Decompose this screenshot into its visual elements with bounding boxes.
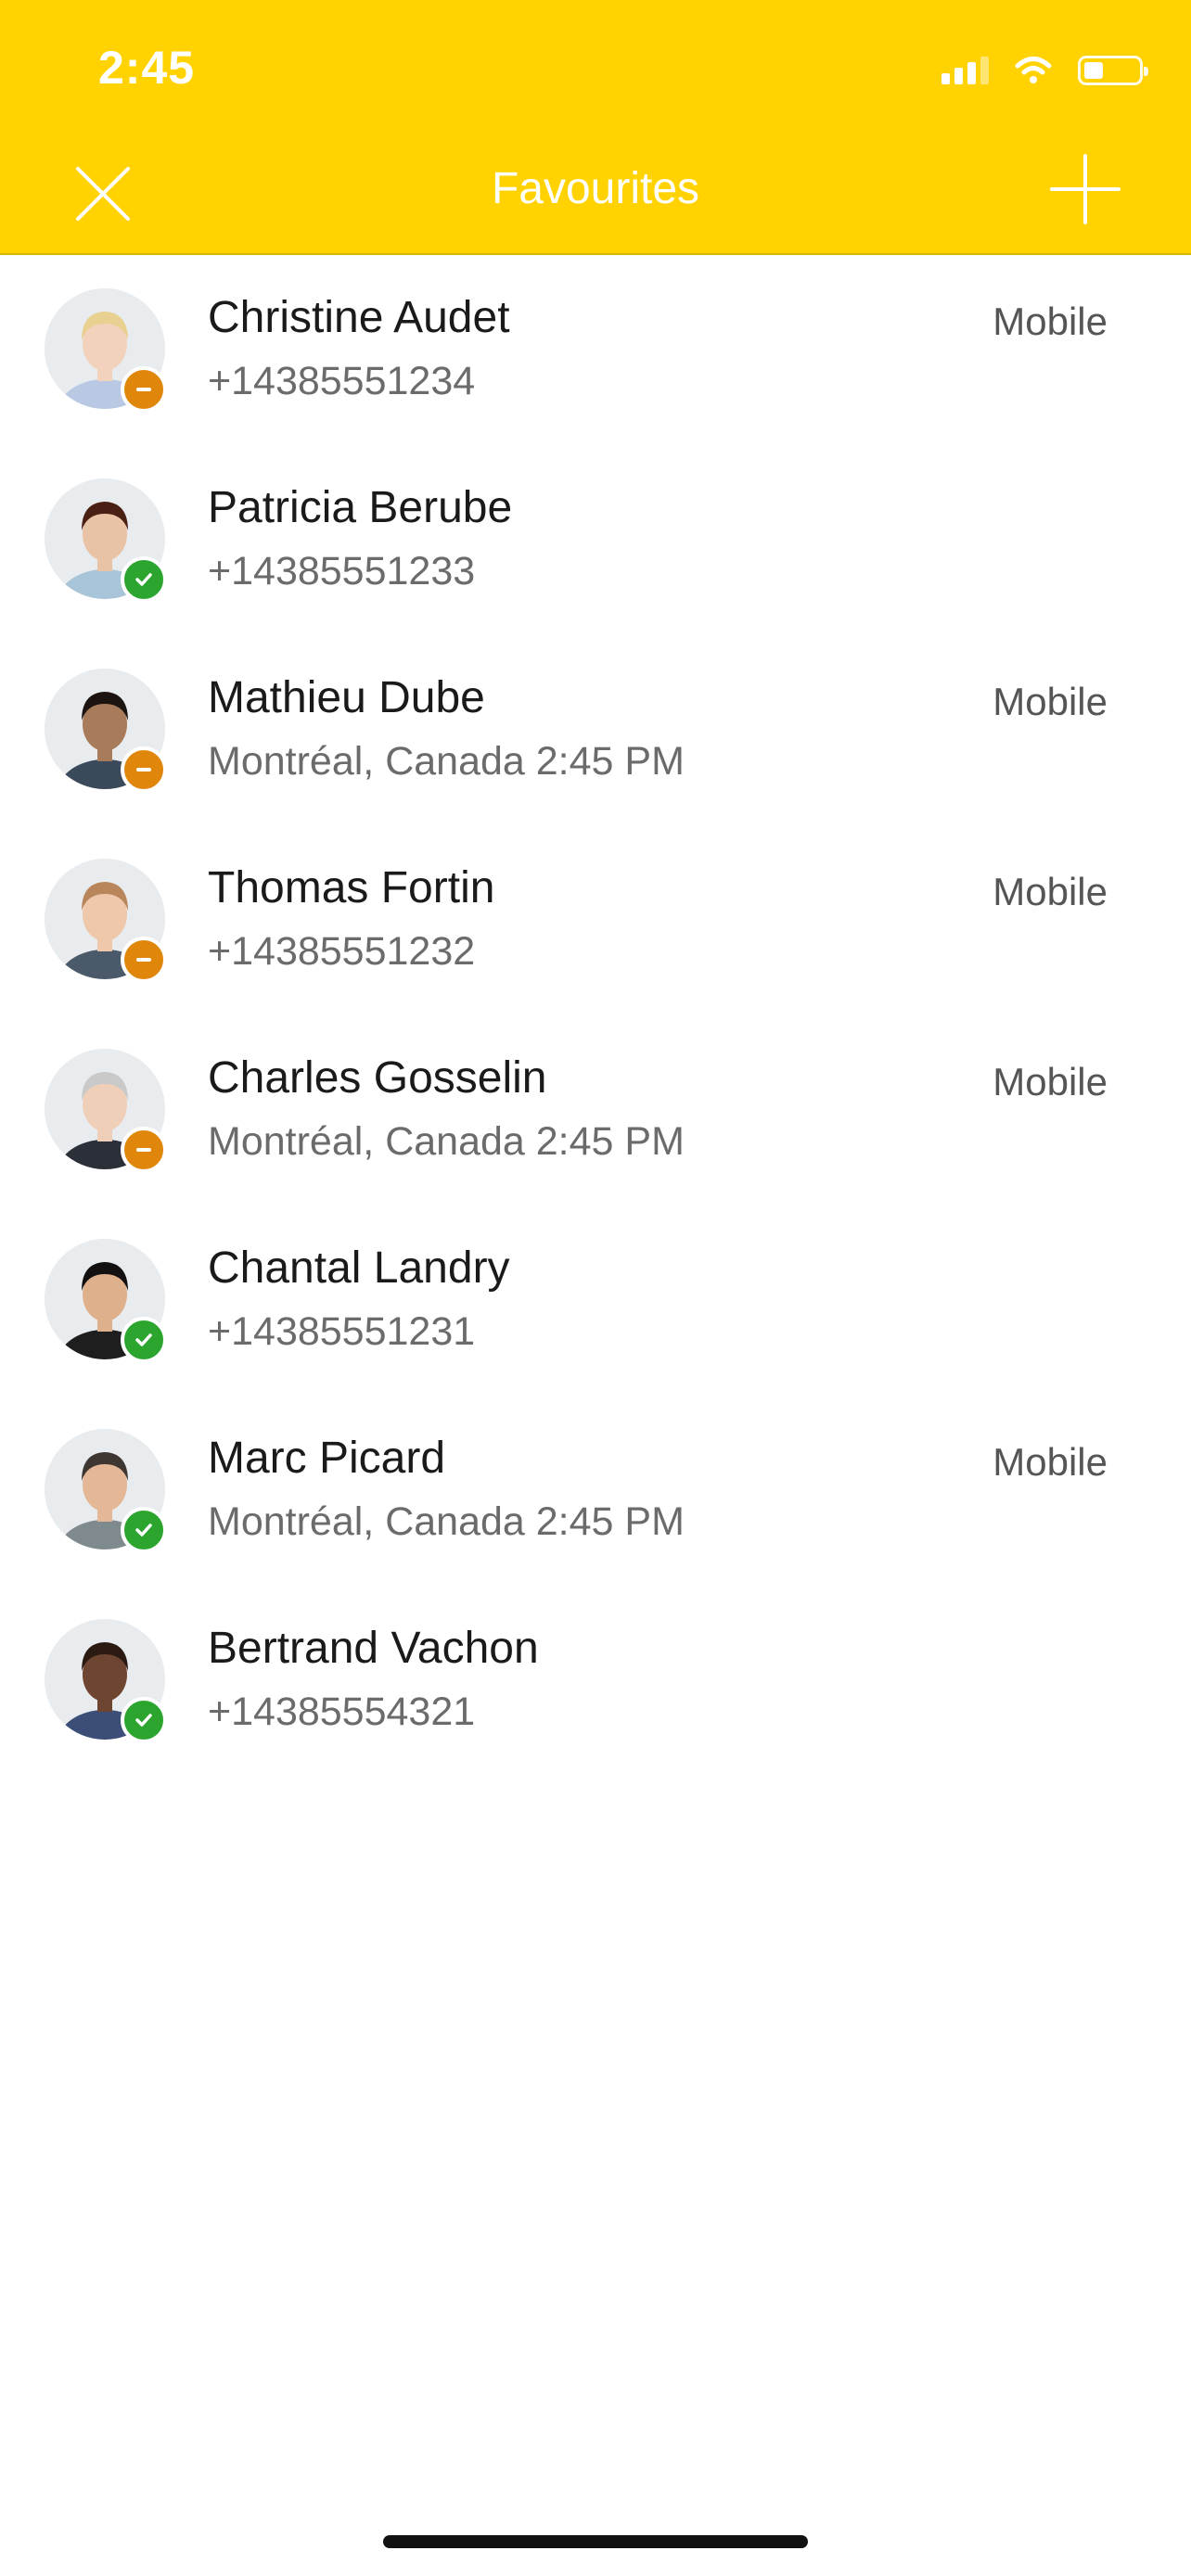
minus-icon [136, 388, 151, 391]
avatar [45, 1239, 167, 1363]
phone-type-label: Mobile [992, 680, 1108, 723]
avatar [45, 859, 167, 983]
contact-row[interactable]: Marc Picard Montréal, Canada 2:45 PM Mob… [0, 1396, 1191, 1586]
presence-badge [121, 366, 167, 413]
signal-icon [941, 57, 989, 84]
status-icons [941, 52, 1148, 89]
presence-badge [121, 1697, 167, 1743]
contact-row[interactable]: Mathieu Dube Montréal, Canada 2:45 PM Mo… [0, 635, 1191, 825]
contact-name: Thomas Fortin [208, 863, 495, 912]
favourites-list: Christine Audet +14385551234 Mobile Patr… [0, 255, 1191, 1776]
checkmark-icon [135, 1333, 152, 1346]
contact-row[interactable]: Thomas Fortin +14385551232 Mobile [0, 825, 1191, 1015]
app-header: 2:45 Favourites [0, 0, 1191, 255]
phone-type-label: Mobile [992, 870, 1108, 913]
minus-icon [136, 958, 151, 962]
contact-row[interactable]: Charles Gosselin Montréal, Canada 2:45 P… [0, 1015, 1191, 1205]
checkmark-icon [135, 1714, 152, 1727]
avatar [45, 1429, 167, 1553]
contact-detail: Montréal, Canada 2:45 PM [208, 739, 685, 784]
contact-name: Chantal Landry [208, 1243, 510, 1293]
contact-detail: +14385554321 [208, 1690, 476, 1734]
presence-badge [121, 1507, 167, 1553]
presence-badge [121, 1127, 167, 1173]
avatar [45, 1619, 167, 1743]
checkmark-icon [135, 573, 152, 586]
contact-name: Marc Picard [208, 1434, 446, 1483]
checkmark-icon [135, 1524, 152, 1537]
presence-badge [121, 746, 167, 793]
phone-type-label: Mobile [992, 300, 1108, 343]
page-title: Favourites [491, 164, 700, 213]
avatar [45, 1049, 167, 1173]
contact-detail: Montréal, Canada 2:45 PM [208, 1119, 685, 1164]
contact-detail: Montréal, Canada 2:45 PM [208, 1499, 685, 1544]
home-indicator[interactable] [383, 2535, 808, 2548]
contact-name: Charles Gosselin [208, 1053, 547, 1103]
contact-name: Christine Audet [208, 293, 510, 342]
avatar [45, 478, 167, 603]
contact-detail: +14385551232 [208, 929, 476, 974]
contact-row[interactable]: Christine Audet +14385551234 Mobile [0, 255, 1191, 445]
avatar [45, 288, 167, 413]
battery-icon [1078, 56, 1148, 85]
plus-icon[interactable] [1050, 154, 1121, 224]
phone-type-label: Mobile [992, 1440, 1108, 1484]
phone-type-label: Mobile [992, 1060, 1108, 1103]
contact-detail: +14385551233 [208, 549, 476, 593]
contact-detail: +14385551231 [208, 1309, 476, 1354]
minus-icon [136, 1148, 151, 1152]
presence-badge [121, 1317, 167, 1363]
contact-name: Bertrand Vachon [208, 1624, 539, 1673]
presence-badge [121, 937, 167, 983]
contact-row[interactable]: Patricia Berube +14385551233 [0, 445, 1191, 635]
minus-icon [136, 768, 151, 772]
contact-detail: +14385551234 [208, 359, 476, 403]
contact-name: Patricia Berube [208, 483, 513, 532]
contact-row[interactable]: Chantal Landry +14385551231 [0, 1205, 1191, 1396]
status-time: 2:45 [98, 42, 196, 94]
avatar [45, 669, 167, 793]
contact-row[interactable]: Bertrand Vachon +14385554321 [0, 1586, 1191, 1776]
wifi-icon [1015, 57, 1052, 83]
presence-badge [121, 556, 167, 603]
contact-name: Mathieu Dube [208, 673, 485, 722]
